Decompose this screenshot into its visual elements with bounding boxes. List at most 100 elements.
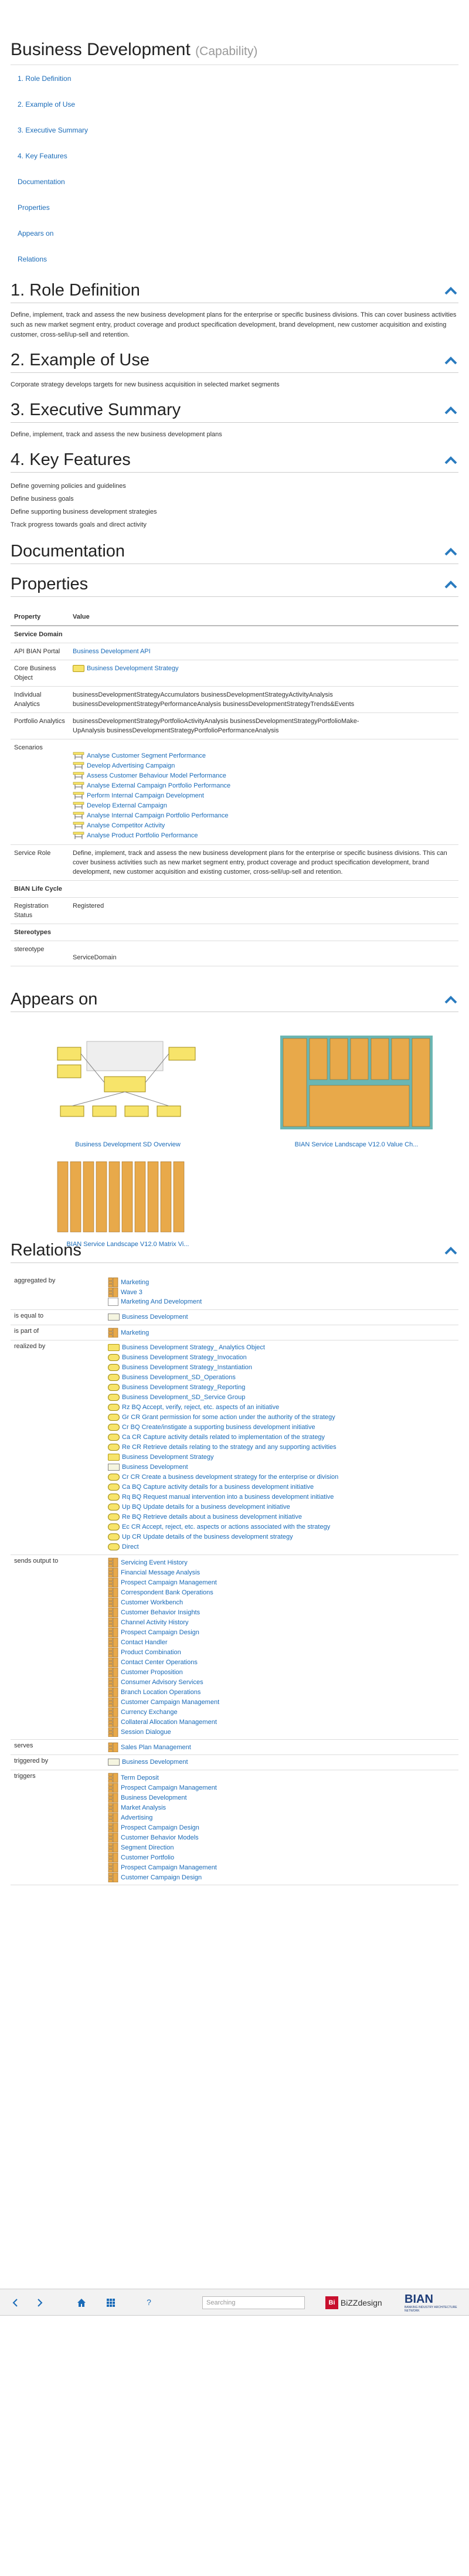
relation-link[interactable]: Marketing (121, 1329, 149, 1336)
scenario-link[interactable]: Analyse Internal Campaign Portfolio Perf… (87, 812, 229, 819)
scenario-link[interactable]: Develop Advertising Campaign (87, 762, 175, 769)
list-item[interactable]: Business Development (108, 1757, 455, 1767)
list-item[interactable]: Prospect Campaign Design (108, 1627, 455, 1637)
relation-link[interactable]: Correspondent Bank Operations (121, 1589, 213, 1596)
toc-link-appears-on[interactable]: Appears on (18, 229, 53, 237)
list-item[interactable]: Customer Behavior Insights (108, 1607, 455, 1617)
core-business-object-link[interactable]: Business Development Strategy (87, 665, 179, 672)
relation-link[interactable]: Business Development (121, 1794, 187, 1801)
relation-link[interactable]: Business Development (122, 1464, 188, 1471)
scenario-link[interactable]: Perform Internal Campaign Development (87, 792, 204, 799)
chevron-up-icon[interactable] (444, 1247, 457, 1255)
toc-item[interactable]: 2. Example of Use (18, 96, 451, 121)
list-item[interactable]: Term Deposit (108, 1773, 455, 1783)
list-item[interactable]: Customer Campaign Management (108, 1697, 455, 1707)
bian-logo[interactable]: BIAN BANKING INDUSTRY ARCHITECTURE NETWO… (405, 2293, 469, 2313)
list-item[interactable]: Ca BQ Capture activity details for a bus… (108, 1482, 455, 1492)
scenario-link[interactable]: Analyse Product Portfolio Performance (87, 832, 198, 839)
list-item[interactable]: Market Analysis (108, 1803, 455, 1813)
list-item[interactable]: Contact Handler (108, 1637, 455, 1647)
relation-link[interactable]: Customer Campaign Design (121, 1874, 202, 1881)
relation-link[interactable]: Financial Message Analysis (121, 1569, 200, 1576)
relation-link[interactable]: Customer Workbench (121, 1599, 183, 1606)
relation-link[interactable]: Prospect Campaign Management (121, 1784, 217, 1791)
relation-link[interactable]: Segment Direction (121, 1844, 174, 1851)
list-item[interactable]: Business Development_SD_Operations (108, 1373, 455, 1383)
relation-link[interactable]: Sales Plan Management (121, 1744, 191, 1751)
relation-link[interactable]: Marketing (121, 1279, 149, 1286)
chevron-up-icon[interactable] (444, 996, 457, 1004)
toc-link-properties[interactable]: Properties (18, 203, 50, 212)
scenario-link[interactable]: Assess Customer Behaviour Model Performa… (87, 772, 226, 779)
list-item[interactable]: Business Development Strategy_Reporting (108, 1383, 455, 1393)
relation-link[interactable]: Contact Handler (121, 1639, 168, 1646)
relation-link[interactable]: Servicing Event History (121, 1559, 188, 1566)
list-item[interactable]: Direct (108, 1542, 455, 1552)
list-item[interactable]: Cr CR Create a business development stra… (108, 1472, 455, 1482)
relation-link[interactable]: Up CR Update details of the business dev… (122, 1533, 293, 1540)
list-item[interactable]: Prospect Campaign Management (108, 1577, 455, 1587)
relation-link[interactable]: Business Development (122, 1759, 188, 1766)
list-item[interactable]: Customer Campaign Design (108, 1872, 455, 1882)
scenario-link[interactable]: Develop External Campaign (87, 802, 167, 809)
list-item[interactable]: Ca CR Capture activity details related t… (108, 1433, 455, 1443)
list-item[interactable]: Gr CR Grant permission for some action u… (108, 1413, 455, 1423)
list-item[interactable]: Business Development (108, 1462, 455, 1472)
chevron-up-icon[interactable] (444, 456, 457, 464)
scenario-item[interactable]: Develop External Campaign (73, 801, 455, 811)
view-thumbnail[interactable]: BIAN Service Landscape V12.0 Value Ch... (280, 1036, 433, 1148)
view-link[interactable]: BIAN Service Landscape V12.0 Value Ch... (295, 1141, 419, 1148)
scenario-item[interactable]: Analyse Product Portfolio Performance (73, 831, 455, 841)
bizzdesign-logo[interactable]: Bi BiZZdesign (325, 2296, 382, 2309)
list-item[interactable]: Business Development Strategy_ Analytics… (108, 1343, 455, 1353)
toc-item[interactable]: Documentation (18, 173, 451, 199)
list-item[interactable]: Business Development Strategy_Invocation (108, 1353, 455, 1363)
list-item[interactable]: Ec CR Accept, reject, etc. aspects or ac… (108, 1522, 455, 1532)
relation-link[interactable]: Collateral Allocation Management (121, 1719, 217, 1726)
list-item[interactable]: Rq BQ Request manual intervention into a… (108, 1492, 455, 1502)
relation-link[interactable]: Customer Behavior Insights (121, 1609, 200, 1616)
list-item[interactable]: Sales Plan Management (108, 1742, 455, 1752)
relation-link[interactable]: Term Deposit (121, 1774, 159, 1781)
list-item[interactable]: Business Development Strategy_Instantiat… (108, 1363, 455, 1373)
relation-link[interactable]: Up BQ Update details for a business deve… (122, 1503, 290, 1511)
relation-link[interactable]: Business Development_SD_Operations (122, 1374, 236, 1381)
list-item[interactable]: Business Development_SD_Service Group (108, 1393, 455, 1403)
chevron-up-icon[interactable] (444, 548, 457, 556)
forward-arrow-icon[interactable] (34, 2297, 45, 2308)
list-item[interactable]: Prospect Campaign Design (108, 1822, 455, 1832)
list-item[interactable]: Marketing (108, 1277, 455, 1287)
relation-link[interactable]: Currency Exchange (121, 1709, 178, 1716)
relation-link[interactable]: Consumer Advisory Services (121, 1679, 203, 1686)
list-item[interactable]: Customer Workbench (108, 1597, 455, 1607)
view-thumbnail[interactable]: BIAN Service Landscape V12.0 Matrix Vi..… (52, 1159, 204, 1248)
api-portal-link[interactable]: Business Development API (73, 648, 151, 655)
relation-link[interactable]: Session Dialogue (121, 1729, 171, 1736)
list-item[interactable]: Consumer Advisory Services (108, 1677, 455, 1687)
scenario-item[interactable]: Analyse External Campaign Portfolio Perf… (73, 781, 455, 791)
list-item[interactable]: Rz BQ Accept, verify, reject, etc. aspec… (108, 1403, 455, 1413)
relation-link[interactable]: Business Development Strategy_Invocation (122, 1354, 247, 1361)
relation-link[interactable]: Marketing And Development (121, 1298, 202, 1305)
toc-item[interactable]: Relations (18, 250, 451, 276)
toc-item[interactable]: 4. Key Features (18, 147, 451, 173)
relation-link[interactable]: Customer Portfolio (121, 1854, 174, 1861)
toc-item[interactable]: Properties (18, 199, 451, 225)
toc-link-executive-summary[interactable]: 3. Executive Summary (18, 126, 88, 134)
relation-link[interactable]: Rz BQ Accept, verify, reject, etc. aspec… (122, 1404, 279, 1411)
list-item[interactable]: Currency Exchange (108, 1707, 455, 1717)
search-input[interactable]: Searching (202, 2296, 305, 2309)
relation-link[interactable]: Channel Activity History (121, 1619, 189, 1626)
list-item[interactable]: Re BQ Retrieve details about a business … (108, 1512, 455, 1522)
relation-link[interactable]: Prospect Campaign Management (121, 1864, 217, 1871)
relation-link[interactable]: Advertising (121, 1814, 152, 1821)
scenario-item[interactable]: Analyse Competitor Activity (73, 821, 455, 831)
help-icon[interactable]: ? (144, 2297, 154, 2308)
list-item[interactable]: Customer Portfolio (108, 1852, 455, 1862)
list-item[interactable]: Session Dialogue (108, 1727, 455, 1737)
list-item[interactable]: Business Development (108, 1793, 455, 1803)
scenario-link[interactable]: Analyse External Campaign Portfolio Perf… (87, 782, 230, 789)
chevron-up-icon[interactable] (444, 287, 457, 295)
scenario-link[interactable]: Analyse Competitor Activity (87, 822, 165, 829)
list-item[interactable]: Business Development (108, 1312, 455, 1322)
